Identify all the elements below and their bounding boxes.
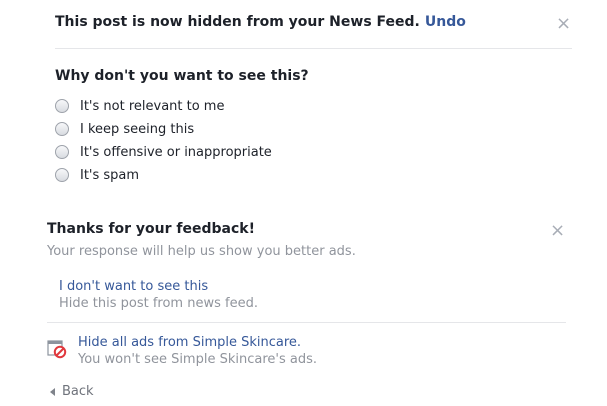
back-arrow-icon (50, 387, 55, 396)
survey-option-label: I keep seeing this (80, 121, 195, 137)
feedback-subtitle: Your response will help us show you bett… (47, 244, 356, 259)
hidden-post-message: This post is now hidden from your News F… (55, 14, 420, 30)
radio-button[interactable] (55, 122, 69, 136)
hidden-post-notice: This post is now hidden from your News F… (55, 14, 466, 30)
close-icon[interactable]: × (550, 222, 565, 240)
ad-block-icon (47, 339, 67, 359)
survey-option-label: It's offensive or inappropriate (80, 144, 272, 160)
close-icon[interactable]: × (556, 15, 571, 33)
hide-post-link[interactable]: I don't want to see this (59, 279, 208, 294)
back-button[interactable]: Back (50, 384, 94, 399)
radio-button[interactable] (55, 145, 69, 159)
survey-option-label: It's not relevant to me (80, 98, 225, 114)
survey-option-label: It's spam (80, 167, 140, 183)
hide-post-description: Hide this post from news feed. (59, 296, 258, 311)
survey-option-not-relevant[interactable]: It's not relevant to me (55, 96, 224, 116)
hide-ads-link[interactable]: Hide all ads from Simple Skincare. (78, 335, 301, 350)
back-label: Back (62, 384, 94, 399)
radio-button[interactable] (55, 99, 69, 113)
divider (47, 322, 566, 323)
survey-question: Why don't you want to see this? (55, 68, 309, 84)
feedback-title: Thanks for your feedback! (47, 221, 255, 237)
survey-option-keep-seeing[interactable]: I keep seeing this (55, 119, 194, 139)
survey-option-spam[interactable]: It's spam (55, 165, 139, 185)
hide-ads-description: You won't see Simple Skincare's ads. (78, 352, 317, 367)
undo-link[interactable]: Undo (425, 14, 466, 30)
radio-button[interactable] (55, 168, 69, 182)
divider (55, 48, 572, 49)
survey-option-offensive[interactable]: It's offensive or inappropriate (55, 142, 272, 162)
